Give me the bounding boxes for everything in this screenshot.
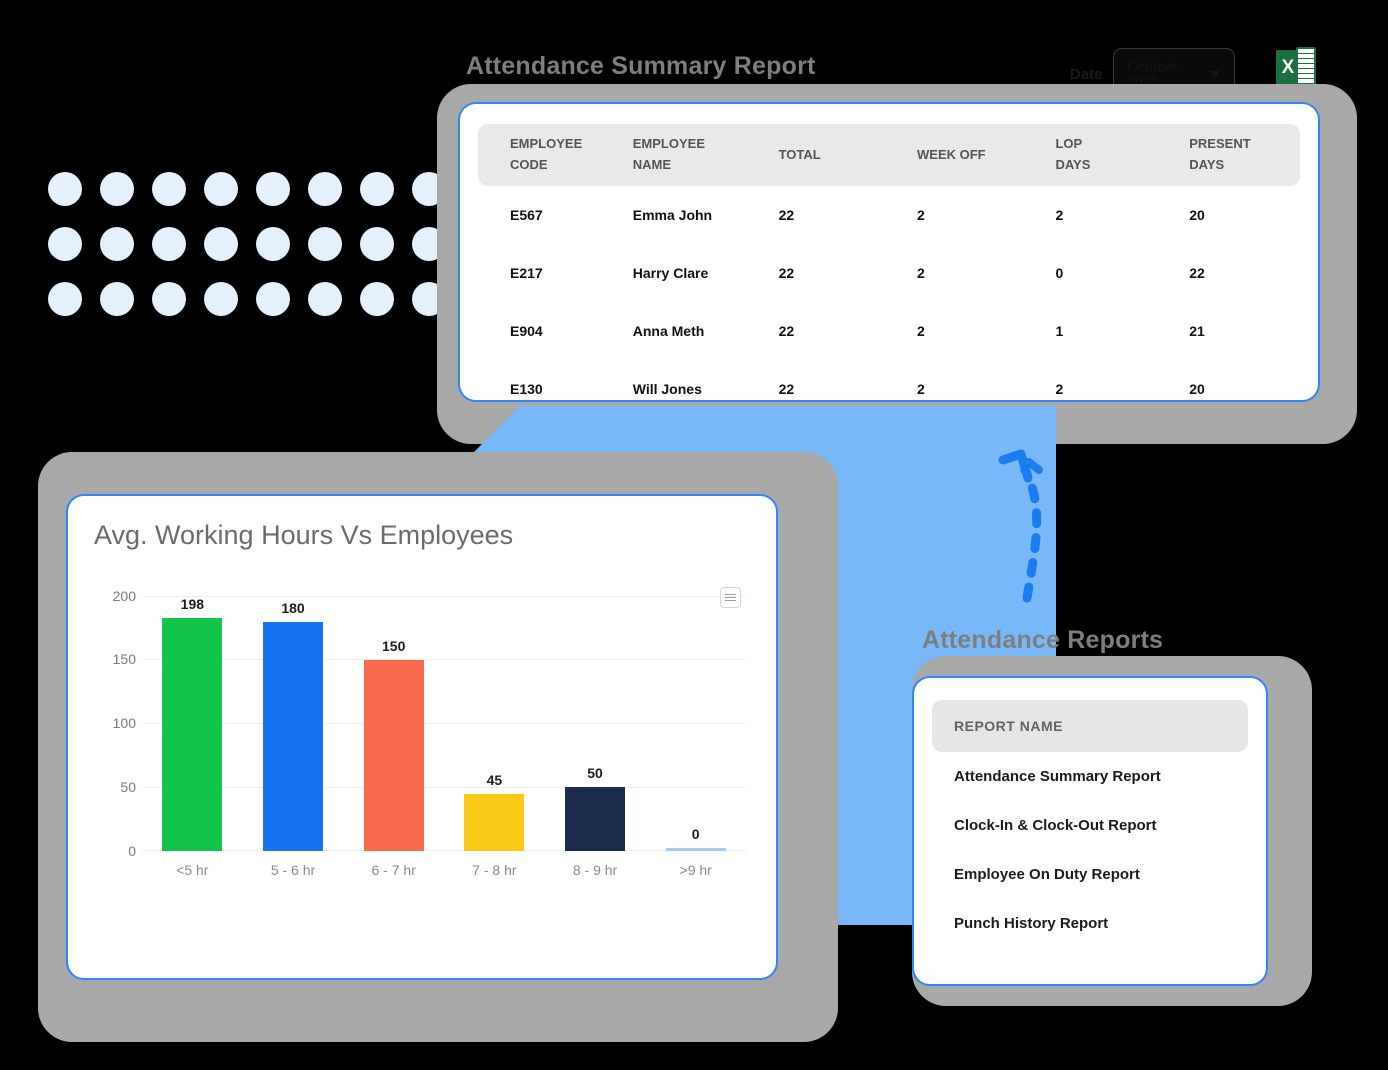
- y-axis: 200 150 100 50 0: [96, 588, 136, 859]
- bar-slot[interactable]: 50: [545, 596, 646, 851]
- bar[interactable]: [464, 794, 525, 851]
- bar[interactable]: [263, 622, 323, 851]
- header-employee-code-l1: EMPLOYEE: [510, 136, 583, 152]
- bar-slot[interactable]: 150: [343, 596, 444, 851]
- bar[interactable]: [565, 787, 626, 851]
- bar[interactable]: [162, 618, 223, 851]
- cell-lop-days: 2: [1055, 381, 1064, 397]
- x-tick: 6 - 7 hr: [371, 862, 416, 878]
- header-employee-code-l2: CODE: [510, 157, 548, 172]
- header-present-days-l1: PRESENT: [1189, 136, 1251, 152]
- header-present-days-l2: DAYS: [1189, 157, 1225, 172]
- cell-employee-name: Emma John: [632, 207, 713, 223]
- plot-area: 198 180 150 45 50 0: [142, 596, 746, 851]
- bar-series: 198 180 150 45 50 0: [142, 596, 746, 851]
- y-tick: 150: [112, 651, 136, 667]
- summary-panel-card: EMPLOYEE CODE EMPLOYEE NAME TOTAL WEEK O…: [458, 102, 1320, 402]
- x-tick: 7 - 8 hr: [472, 862, 517, 878]
- chevron-down-icon: [1209, 71, 1220, 77]
- list-item[interactable]: Employee On Duty Report: [914, 850, 1266, 899]
- header-employee-name-l2: NAME: [632, 157, 672, 172]
- x-tick: <5 hr: [176, 862, 209, 878]
- cell-total: 22: [778, 265, 795, 281]
- chart-title: Avg. Working Hours Vs Employees: [94, 520, 514, 550]
- reports-column-header: REPORT NAME: [932, 700, 1248, 752]
- table-row[interactable]: E904 Anna Meth 22 2 1 21: [478, 302, 1300, 360]
- cell-total: 22: [778, 207, 795, 223]
- header-total: TOTAL: [778, 146, 821, 162]
- cell-present-days: 20: [1189, 381, 1205, 397]
- list-item[interactable]: Clock-In & Clock-Out Report: [914, 801, 1266, 850]
- cell-employee-code: E567: [510, 207, 543, 223]
- bar-slot[interactable]: 180: [243, 596, 344, 851]
- bar-value-label: 50: [587, 765, 603, 781]
- list-item[interactable]: Attendance Summary Report: [914, 752, 1266, 801]
- header-employee-name-l1: EMPLOYEE: [632, 136, 705, 152]
- reports-panel-card: REPORT NAME Attendance Summary Report Cl…: [912, 676, 1268, 986]
- y-tick: 50: [120, 779, 136, 795]
- summary-panel-title: Attendance Summary Report: [466, 52, 816, 80]
- cell-employee-name: Will Jones: [632, 381, 702, 397]
- curved-dashed-arrow-icon: [995, 438, 1105, 618]
- bar-chart: 200 150 100 50 0 198 180 150 45 50 0 <5 …: [96, 588, 746, 896]
- decorative-dot-grid: [48, 172, 464, 337]
- cell-employee-code: E904: [510, 323, 543, 339]
- cell-week-off: 2: [917, 265, 925, 281]
- cell-employee-code: E130: [510, 381, 543, 397]
- header-lop-days-l1: LOP: [1055, 136, 1083, 152]
- cell-present-days: 20: [1189, 207, 1205, 223]
- bar-value-label: 45: [486, 772, 503, 788]
- y-tick: 0: [128, 843, 136, 859]
- x-tick: 8 - 9 hr: [572, 862, 618, 878]
- screenshot-root: Attendance Summary Report Date October 2…: [0, 0, 1388, 1070]
- cell-week-off: 2: [917, 207, 925, 223]
- bar-slot[interactable]: 45: [444, 596, 545, 851]
- bar-value-label: 0: [691, 826, 700, 842]
- bar-value-label: 150: [382, 638, 406, 654]
- table-body: E567 Emma John 22 2 2 20 E217 Harry Clar…: [478, 186, 1300, 418]
- cell-employee-name: Anna Meth: [632, 323, 705, 339]
- cell-lop-days: 1: [1055, 323, 1064, 339]
- header-lop-days-l2: DAYS: [1055, 157, 1091, 172]
- table-header-row: EMPLOYEE CODE EMPLOYEE NAME TOTAL WEEK O…: [478, 124, 1300, 186]
- x-tick: >9 hr: [679, 862, 712, 878]
- cell-employee-name: Harry Clare: [632, 265, 709, 281]
- cell-employee-code: E217: [510, 265, 543, 281]
- list-item[interactable]: Punch History Report: [914, 899, 1266, 948]
- table-row[interactable]: E217 Harry Clare 22 2 0 22: [478, 244, 1300, 302]
- cell-present-days: 22: [1189, 265, 1205, 281]
- bar[interactable]: [665, 848, 726, 851]
- bar-slot[interactable]: 0: [645, 596, 746, 851]
- y-tick: 200: [112, 588, 136, 604]
- cell-total: 22: [778, 381, 795, 397]
- cell-week-off: 2: [917, 381, 925, 397]
- cell-present-days: 21: [1189, 323, 1205, 339]
- cell-lop-days: 0: [1055, 265, 1064, 281]
- bar[interactable]: [363, 660, 424, 851]
- header-week-off: WEEK OFF: [917, 146, 986, 162]
- reports-panel-title: Attendance Reports: [922, 626, 1164, 654]
- x-tick: 5 - 6 hr: [270, 862, 316, 878]
- x-axis: <5 hr 5 - 6 hr 6 - 7 hr 7 - 8 hr 8 - 9 h…: [142, 862, 746, 878]
- excel-icon[interactable]: X: [1276, 47, 1316, 89]
- cell-lop-days: 2: [1055, 207, 1064, 223]
- cell-week-off: 2: [917, 323, 925, 339]
- cell-total: 22: [778, 323, 795, 339]
- y-tick: 100: [112, 715, 136, 731]
- date-label: Date: [1070, 65, 1103, 83]
- bar-value-label: 198: [180, 596, 205, 612]
- table-row[interactable]: E567 Emma John 22 2 2 20: [478, 186, 1300, 244]
- bar-value-label: 180: [281, 600, 305, 616]
- bar-slot[interactable]: 198: [142, 596, 243, 851]
